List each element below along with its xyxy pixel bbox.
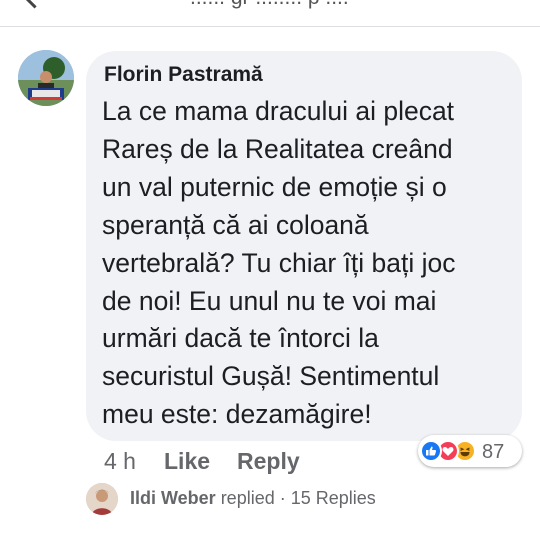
comment-text-line: vertebrală? Tu chiar îți bați joc <box>102 247 456 278</box>
header-bar: ...... gr ........ p .... <box>0 0 540 27</box>
commenter-avatar-image <box>18 50 74 106</box>
replies-summary[interactable]: Ildi Weber replied · 15 Replies <box>130 488 376 509</box>
comment-text-line: un val puternic de emoție și o <box>102 171 447 202</box>
back-chevron-icon[interactable] <box>22 0 47 9</box>
comment-text: La ce mama dracului ai plecat Rareș de l… <box>102 93 514 434</box>
comment-author-name[interactable]: Florin Pastramă <box>104 63 263 87</box>
reaction-count: 87 <box>482 441 505 463</box>
replier-name[interactable]: Ildi Weber <box>130 488 216 508</box>
comment-text-line: speranță că ai coloană <box>102 209 369 240</box>
comment-text-line: Rareș de la Realitatea creând <box>102 133 453 164</box>
header-truncated-text: ...... gr ........ p .... <box>190 0 349 10</box>
reactions-summary[interactable]: 87 <box>418 435 522 467</box>
like-icon <box>420 440 442 462</box>
like-button[interactable]: Like <box>164 448 210 475</box>
commenter-avatar[interactable] <box>18 50 74 106</box>
replier-avatar[interactable] <box>86 483 118 515</box>
comment-timestamp[interactable]: 4 h <box>104 448 136 475</box>
comment-text-line: meu este: dezamăgire! <box>102 399 372 430</box>
comment-text-line: La ce mama dracului ai plecat <box>102 96 455 126</box>
replies-count-text[interactable]: replied · 15 Replies <box>216 488 376 508</box>
comment-text-line: securistul Gușă! Sentimentul <box>102 361 440 392</box>
comment-text-line: de noi! Eu unul nu te voi mai <box>102 285 437 316</box>
replier-avatar-image <box>86 483 118 515</box>
comment-text-line: urmări dacă te întorci la <box>102 323 379 354</box>
reply-button[interactable]: Reply <box>237 448 300 475</box>
